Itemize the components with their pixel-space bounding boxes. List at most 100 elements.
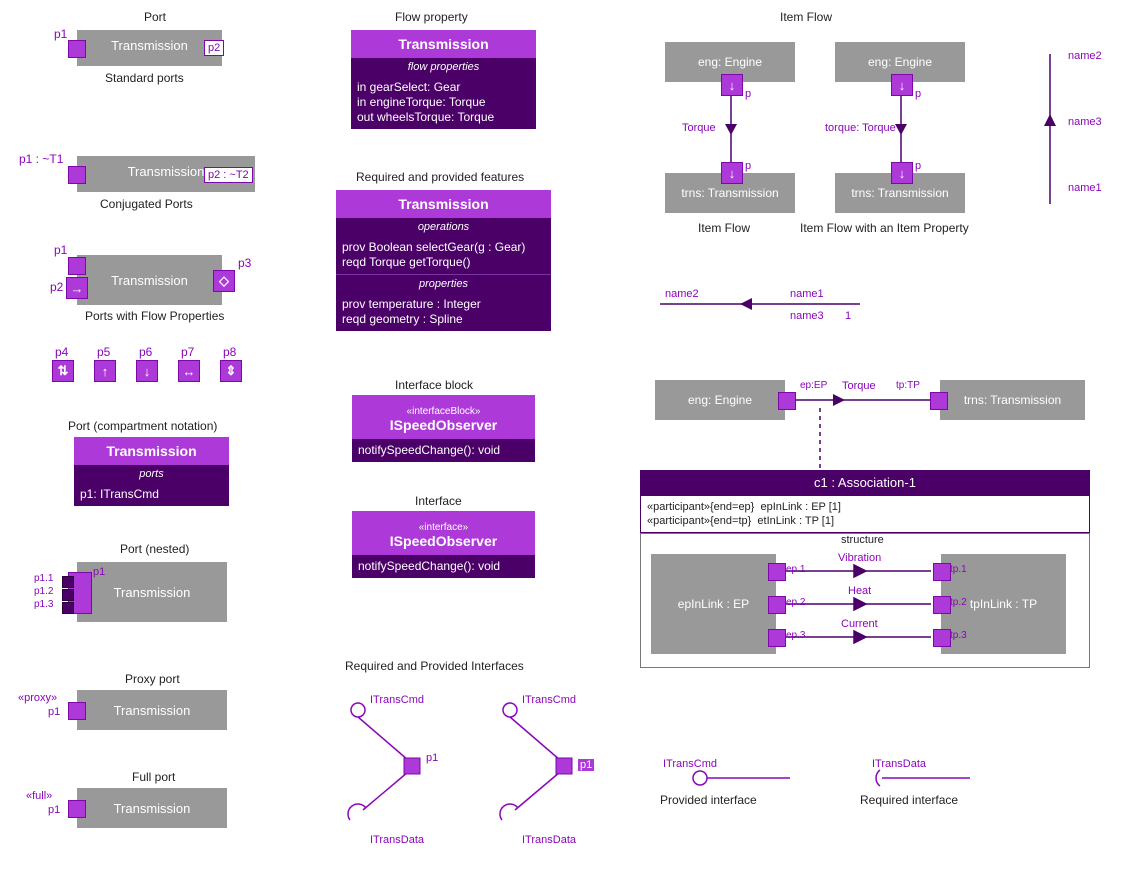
ifb-head: «interfaceBlock»ISpeedObserver bbox=[352, 395, 535, 439]
reqprov-ops: prov Boolean selectGear(g : Gear) reqd T… bbox=[336, 236, 551, 274]
req-caption: Required interface bbox=[860, 793, 958, 807]
block-reqprov: Transmission operations prov Boolean sel… bbox=[336, 190, 551, 331]
ep3-lbl: ep.3 bbox=[786, 630, 805, 641]
p8-lbl: p8 bbox=[223, 345, 236, 359]
if1-port-bot: ↓ bbox=[721, 162, 743, 184]
label-flowprop: Flow property bbox=[395, 10, 468, 24]
if1-p1: p bbox=[745, 88, 751, 100]
port-conj-p1-label: p1 : ~T1 bbox=[19, 152, 63, 166]
nested-p13-label: p1.3 bbox=[34, 599, 53, 610]
block-full: Transmission bbox=[77, 788, 227, 828]
assoc-block-participants: «participant»{end=ep} epInLink : EP [1] … bbox=[640, 495, 1090, 533]
flowprop-name: Transmission bbox=[351, 30, 536, 58]
ep1-lbl: ep.1 bbox=[786, 564, 805, 575]
proxy-stereo: «proxy» bbox=[18, 692, 57, 704]
ep2 bbox=[768, 596, 786, 614]
block-compartment: Transmission ports p1: ITransCmd bbox=[74, 437, 229, 506]
nh-mult: 1 bbox=[845, 310, 851, 322]
nh-name2: name2 bbox=[665, 288, 699, 300]
req-lbl: ITransData bbox=[872, 758, 926, 770]
full-stereo: «full» bbox=[26, 790, 52, 802]
port-flow-p2-label: p2 bbox=[50, 280, 63, 294]
compartment-body: p1: ITransCmd bbox=[74, 483, 229, 506]
row3: Current bbox=[841, 618, 878, 630]
assoc-block-title: c1 : Association-1 bbox=[640, 470, 1090, 495]
label-itemflow: Item Flow bbox=[780, 10, 832, 24]
p7-icon: ↔ bbox=[178, 360, 200, 382]
compartment-section: ports bbox=[74, 465, 229, 483]
assoc-trns: trns: Transmission bbox=[940, 380, 1085, 420]
p4-icon: ⇅ bbox=[52, 360, 74, 382]
flowprop-section: flow properties bbox=[351, 58, 536, 76]
port-nested-p11 bbox=[62, 576, 74, 588]
label-reqprov-if: Required and Provided Interfaces bbox=[345, 659, 524, 673]
label-full: Full port bbox=[132, 770, 175, 784]
lolli1-top: ITransCmd bbox=[370, 694, 424, 706]
svg-assoc bbox=[785, 380, 945, 480]
p7-lbl: p7 bbox=[181, 345, 194, 359]
nested-p1-label: p1 bbox=[93, 566, 105, 578]
nh-name1: name1 bbox=[790, 288, 824, 300]
row2: Heat bbox=[848, 585, 871, 597]
if2-lbl: torque: Torque bbox=[825, 122, 896, 134]
p5-lbl: p5 bbox=[97, 345, 110, 359]
ifb-body: notifySpeedChange(): void bbox=[352, 439, 535, 462]
if-body: notifySpeedChange(): void bbox=[352, 555, 535, 578]
reqprov-ops-head: operations bbox=[336, 218, 551, 236]
tp3 bbox=[933, 629, 951, 647]
p6-icon: ↓ bbox=[136, 360, 158, 382]
if2-port-top: ↓ bbox=[891, 74, 913, 96]
port-full-p1 bbox=[68, 800, 86, 818]
nv-name1: name1 bbox=[1068, 182, 1102, 194]
assoc-tp: tp:TP bbox=[896, 380, 920, 391]
port-proxy-p1 bbox=[68, 702, 86, 720]
if2-port-bot: ↓ bbox=[891, 162, 913, 184]
p5-icon: ↑ bbox=[94, 360, 116, 382]
assoc-port-tp bbox=[930, 392, 948, 410]
row1: Vibration bbox=[838, 552, 881, 564]
if-head: «interface»ISpeedObserver bbox=[352, 511, 535, 555]
port-flow-p1-label: p1 bbox=[54, 243, 67, 257]
full-p1-label: p1 bbox=[48, 804, 60, 816]
tp2 bbox=[933, 596, 951, 614]
port-p2: p2 bbox=[204, 40, 224, 56]
nh-name3: name3 bbox=[790, 310, 824, 322]
tp3-lbl: tp.3 bbox=[950, 630, 967, 641]
port-p1-label: p1 bbox=[54, 27, 67, 41]
if1-p2: p bbox=[745, 160, 751, 172]
port-flow-p1 bbox=[68, 257, 86, 275]
port-p1 bbox=[68, 40, 86, 58]
label-port-title: Port bbox=[120, 10, 190, 24]
if2-p1: p bbox=[915, 88, 921, 100]
ep2-lbl: ep.2 bbox=[786, 597, 805, 608]
prov-lbl: ITransCmd bbox=[663, 758, 717, 770]
nested-p11-label: p1.1 bbox=[34, 573, 53, 584]
label-proxy: Proxy port bbox=[125, 672, 180, 686]
structure-label: structure bbox=[841, 534, 884, 546]
p4-lbl: p4 bbox=[55, 345, 68, 359]
label-conjugated: Conjugated Ports bbox=[100, 197, 193, 211]
block-flow-ports: Transmission bbox=[77, 255, 222, 305]
label-standard-ports: Standard ports bbox=[105, 71, 184, 85]
port-conj-p1 bbox=[68, 166, 86, 184]
reqprov-props-head: properties bbox=[336, 274, 551, 293]
port-flow-p2: → bbox=[66, 277, 88, 299]
tp1 bbox=[933, 563, 951, 581]
lolli1-p: p1 bbox=[426, 752, 438, 764]
block-ifaceblock: «interfaceBlock»ISpeedObserver notifySpe… bbox=[352, 395, 535, 462]
port-nested-p13 bbox=[62, 602, 74, 614]
label-reqprov: Required and provided features bbox=[356, 170, 524, 184]
flowprop-body: in gearSelect: Gear in engineTorque: Tor… bbox=[351, 76, 536, 129]
p6-lbl: p6 bbox=[139, 345, 152, 359]
block-proxy: Transmission bbox=[77, 690, 227, 730]
assoc-eng: eng: Engine bbox=[655, 380, 785, 420]
reqprov-props: prov temperature : Integer reqd geometry… bbox=[336, 293, 551, 331]
assoc-port-ep bbox=[778, 392, 796, 410]
nv-name3: name3 bbox=[1068, 116, 1102, 128]
nested-p12-label: p1.2 bbox=[34, 586, 53, 597]
assoc-block: c1 : Association-1 «participant»{end=ep}… bbox=[640, 470, 1090, 668]
assoc-torque: Torque bbox=[842, 380, 876, 392]
if2-caption: Item Flow with an Item Property bbox=[800, 221, 969, 235]
label-nested: Port (nested) bbox=[120, 542, 189, 556]
port-flow-p3-label: p3 bbox=[238, 256, 251, 270]
